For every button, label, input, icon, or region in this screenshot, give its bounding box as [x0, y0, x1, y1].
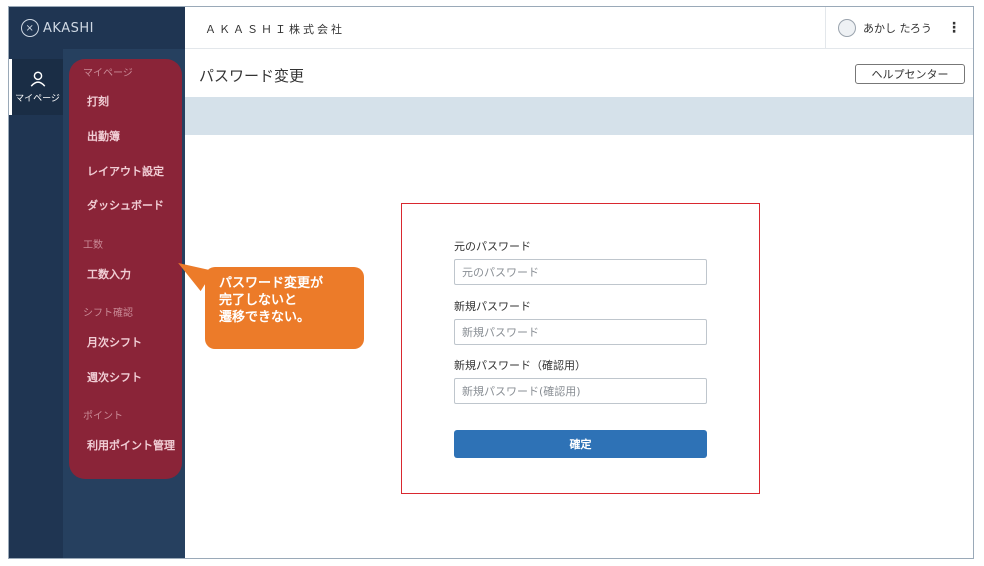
callout-note: パスワード変更が 完了しないと 遷移できない。 — [205, 267, 364, 349]
confirm-password-label: 新規パスワード（確認用） — [454, 359, 586, 372]
subnav-item-weekly-shift[interactable]: 週次シフト — [87, 369, 142, 385]
password-change-form: 元のパスワード 新規パスワード 新規パスワード（確認用） 確定 — [401, 203, 760, 494]
old-password-label: 元のパスワード — [454, 240, 531, 253]
new-password-field[interactable] — [454, 319, 707, 345]
more-vertical-icon[interactable]: ⋮ — [947, 20, 961, 36]
subnav-item-points-manage[interactable]: 利用ポイント管理 — [87, 437, 175, 453]
help-center-button[interactable]: ヘルプセンター — [855, 64, 965, 84]
callout-line: 遷移できない。 — [219, 310, 311, 325]
person-icon — [30, 71, 45, 87]
akashi-logo-icon: ⨯ — [21, 19, 39, 37]
user-menu[interactable]: あかし たろう ⋮ — [825, 7, 973, 49]
new-password-label: 新規パスワード — [454, 300, 531, 313]
header-band — [185, 97, 973, 135]
brand-logo[interactable]: ⨯ AKASHI — [9, 7, 185, 49]
subnav-section-points: ポイント — [83, 411, 123, 422]
subnav-section-manhours: 工数 — [83, 240, 103, 251]
company-name: ＡＫＡＳＨＩ株式会社 — [205, 23, 345, 36]
rail-item-label: マイページ — [15, 94, 60, 104]
user-name: あかし たろう — [863, 22, 932, 35]
avatar — [838, 19, 856, 37]
confirm-button[interactable]: 確定 — [454, 430, 707, 458]
subnav-item-layout[interactable]: レイアウト設定 — [87, 163, 164, 179]
confirm-password-field[interactable] — [454, 378, 707, 404]
page-title: パスワード変更 — [199, 67, 305, 85]
callout-line: 完了しないと — [219, 293, 298, 308]
subnav-item-monthly-shift[interactable]: 月次シフト — [87, 334, 142, 350]
app-window: ⨯ AKASHI マイページ マイページ 打刻 出勤簿 レイアウト設定 ダッシュ… — [8, 6, 974, 559]
title-bar: パスワード変更 ヘルプセンター — [185, 49, 973, 97]
subnav-item-dashboard[interactable]: ダッシュボード — [87, 197, 164, 213]
subnav-section-shift: シフト確認 — [83, 308, 133, 319]
subnav-item-attendance[interactable]: 出勤簿 — [87, 128, 120, 144]
subnav-item-manhours-input[interactable]: 工数入力 — [87, 266, 131, 282]
top-bar: ＡＫＡＳＨＩ株式会社 あかし たろう ⋮ — [185, 7, 973, 49]
brand-name: AKASHI — [43, 20, 94, 36]
rail-item-mypage[interactable]: マイページ — [9, 59, 63, 115]
old-password-field[interactable] — [454, 259, 707, 285]
subnav-item-punch[interactable]: 打刻 — [87, 93, 109, 109]
callout-line: パスワード変更が — [219, 276, 324, 291]
subnav-section-mypage: マイページ — [83, 68, 133, 79]
